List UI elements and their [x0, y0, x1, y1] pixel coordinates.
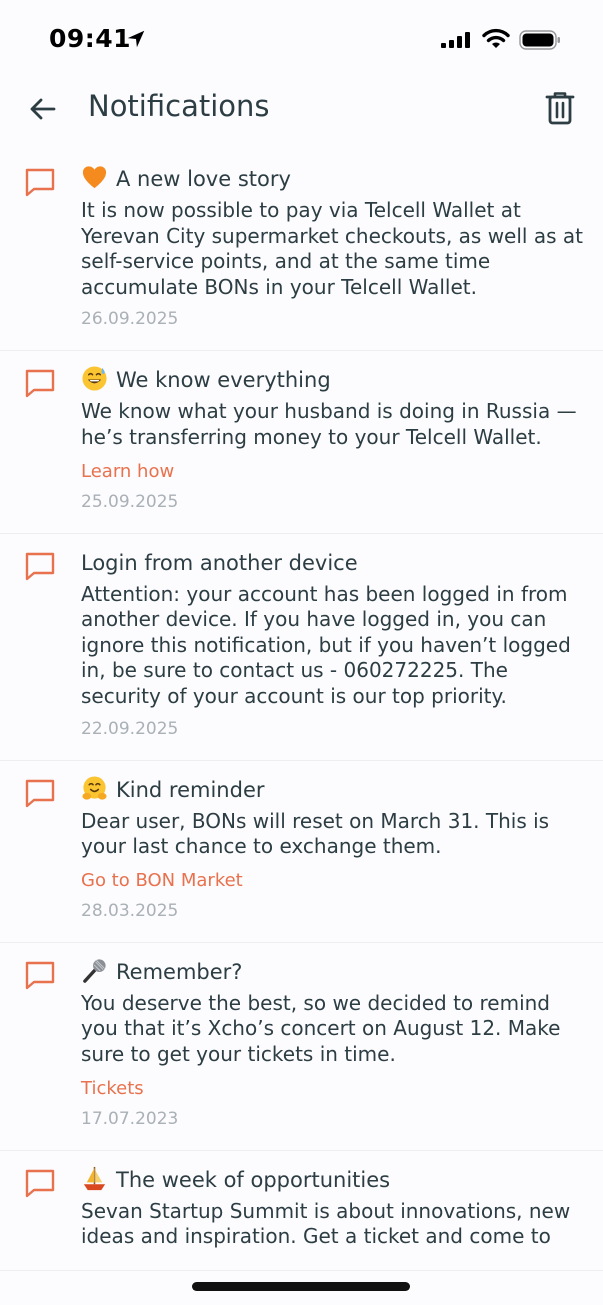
status-time: 09:41 [49, 24, 132, 53]
hugging-face-icon [82, 775, 107, 800]
grinning-face-with-sweat-icon [82, 366, 107, 391]
chat-bubble-icon [25, 961, 55, 989]
notification-text: Attention: your account has been logged … [81, 581, 571, 708]
home-indicator[interactable] [192, 1282, 410, 1291]
notification-item[interactable]: Remember? You deserve the best, so we de… [0, 943, 603, 1151]
chat-bubble-icon [25, 779, 55, 807]
tickets-link[interactable]: Tickets [81, 1078, 583, 1100]
notification-title: Kind reminder [81, 775, 583, 805]
notification-title: Login from another device [81, 548, 583, 578]
cellular-signal-icon [441, 32, 470, 48]
notification-item[interactable]: Login from another device Attention: you… [0, 534, 603, 761]
notification-title: We know everything [81, 365, 583, 395]
chat-bubble-icon [25, 552, 55, 580]
notification-item[interactable]: Kind reminder Dear user, BONs will reset… [0, 761, 603, 943]
notification-title-text: Remember? [116, 959, 243, 984]
notification-item[interactable]: A new love story It is now possible to p… [0, 150, 603, 352]
wifi-icon [482, 28, 510, 48]
chat-bubble-icon [25, 370, 55, 398]
notification-title: Remember? [81, 957, 583, 987]
battery-icon [519, 30, 560, 50]
notification-title-text: A new love story [116, 167, 291, 191]
back-arrow-icon[interactable] [26, 92, 60, 126]
notification-title-text: Login from another device [81, 550, 358, 575]
notifications-list: A new love story It is now possible to p… [0, 150, 603, 1271]
notification-date: 28.03.2025 [81, 900, 179, 921]
sailboat-icon [83, 1166, 106, 1190]
notification-date: 17.07.2023 [81, 1108, 179, 1129]
orange-heart-icon [82, 166, 107, 189]
trash-icon[interactable] [543, 90, 577, 126]
notification-text: Dear user, BONs will reset on March 31. … [81, 808, 550, 859]
navigation-header: Notifications [0, 80, 603, 140]
notification-text: It is now possible to pay via Telcell Wa… [81, 198, 583, 299]
location-arrow-icon [127, 30, 145, 48]
chat-bubble-icon [25, 1169, 55, 1197]
notification-text: You deserve the best, so we decided to r… [81, 990, 561, 1066]
notification-date: 22.09.2025 [81, 718, 179, 739]
notification-title-text: We know everything [116, 368, 331, 393]
notification-item[interactable]: The week of opportunities Sevan Startup … [0, 1151, 603, 1271]
notification-item[interactable]: We know everything We know what your hus… [0, 351, 603, 534]
notification-date: 25.09.2025 [81, 491, 179, 512]
notification-title: The week of opportunities [81, 1165, 583, 1195]
learn-how-link[interactable]: Learn how [81, 461, 583, 483]
notification-title-text: The week of opportunities [116, 1167, 391, 1192]
chat-bubble-icon [25, 168, 55, 197]
notification-date: 26.09.2025 [81, 309, 179, 330]
notification-text: We know what your husband is doing in Ru… [81, 399, 577, 449]
go-to-bon-market-link[interactable]: Go to BON Market [81, 870, 583, 892]
notification-title: A new love story [81, 164, 583, 194]
microphone-icon [83, 959, 106, 983]
status-bar: 09:41 [0, 0, 603, 80]
page-title: Notifications [88, 89, 270, 123]
notification-text: Sevan Startup Summit is about innovation… [81, 1198, 571, 1249]
notification-title-text: Kind reminder [116, 777, 265, 802]
